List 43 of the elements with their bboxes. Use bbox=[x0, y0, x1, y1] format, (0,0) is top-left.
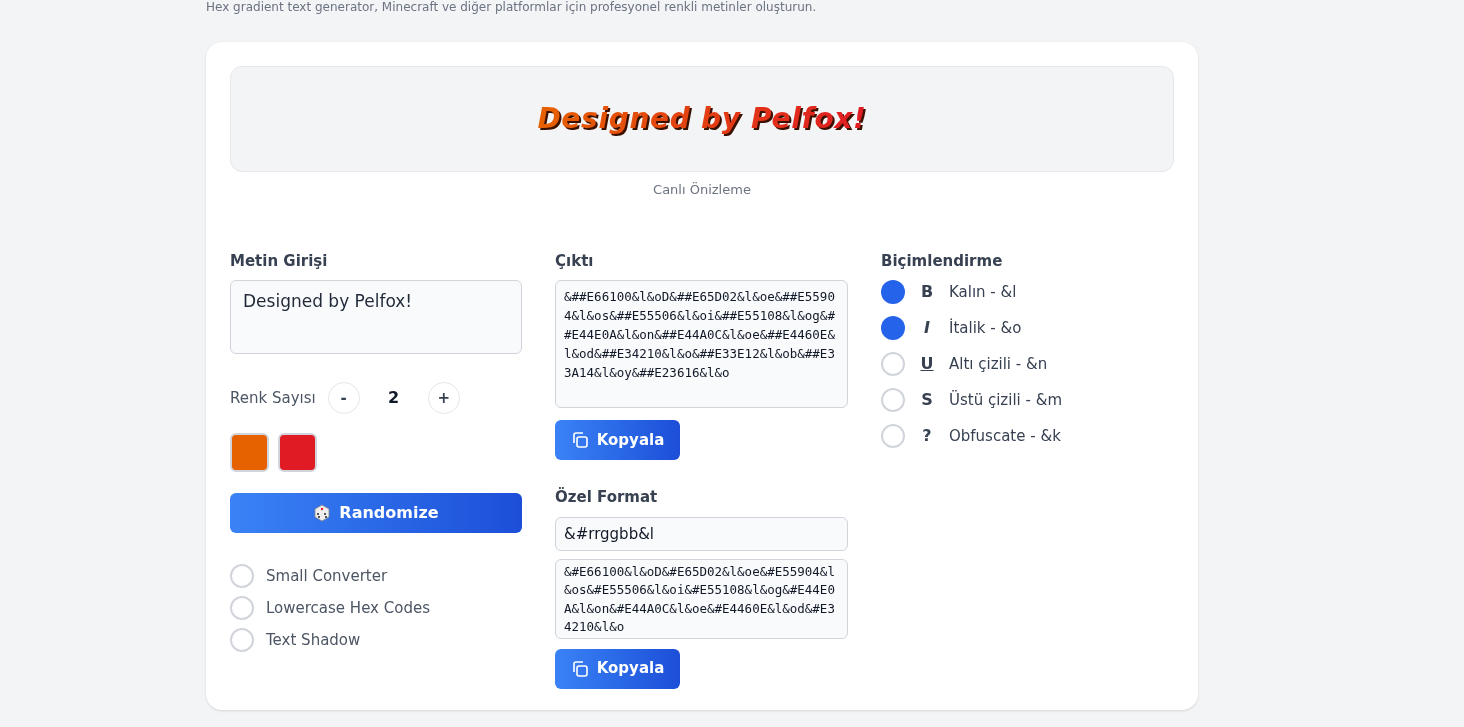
format-field[interactable]: &#rrggbb&l bbox=[555, 516, 848, 551]
color-count: 2 bbox=[387, 387, 401, 409]
radio-button[interactable] bbox=[230, 564, 254, 588]
radio-button[interactable] bbox=[881, 424, 905, 448]
formatting-label: Biçimlendirme bbox=[881, 250, 1004, 272]
randomize-button[interactable]: Randomize bbox=[230, 493, 522, 533]
option-label: Lowercase Hex Codes bbox=[266, 597, 430, 619]
color-swatch[interactable] bbox=[230, 433, 269, 472]
output-label: Çıktı bbox=[555, 250, 595, 272]
input-label: Metin Girişi bbox=[230, 250, 329, 272]
option-label: Small Converter bbox=[266, 565, 388, 587]
custom-format-label: Özel Format bbox=[555, 486, 659, 508]
format-label: Üstü çizili - &m bbox=[949, 389, 1062, 411]
radio-button[interactable] bbox=[230, 628, 254, 652]
copy-button[interactable]: Kopyala bbox=[555, 648, 680, 689]
format-symbol: I bbox=[923, 317, 931, 339]
dice-icon bbox=[313, 504, 332, 522]
radio-button[interactable] bbox=[881, 280, 905, 304]
radio-button[interactable] bbox=[881, 352, 905, 376]
preview-caption: Canlı Önizleme bbox=[653, 181, 751, 199]
copy-button[interactable]: Kopyala bbox=[555, 420, 680, 460]
copy-icon bbox=[570, 659, 589, 678]
text-input[interactable]: Designed by Pelfox! bbox=[230, 280, 522, 354]
format-label: Altı çizili - &n bbox=[949, 353, 1048, 375]
format-symbol: B bbox=[919, 281, 935, 303]
decrement-button[interactable]: - bbox=[327, 382, 360, 414]
copy-icon bbox=[570, 431, 589, 449]
radio-button[interactable] bbox=[881, 316, 905, 340]
radio-button[interactable] bbox=[230, 596, 254, 620]
format-label: Kalın - &l bbox=[949, 281, 1017, 303]
format-symbol: ? bbox=[921, 425, 933, 447]
output-code: &##E66100&l&oD&##E65D02&l&oe&##E55904&l&os&##E55506&l&oi&##E55108&l&og&##E44E0A&l&on&##E44A0C&l&oe&##E4460E&l&od&##E34210&l&o&##E33E12&l&ob&##E33A14&l&oy&##E23616&l&o bbox=[555, 280, 848, 408]
subtitle: Hex gradient text generator, Minecraft ve diğer platformlar için profesyonel renkli metinler oluşturun. bbox=[206, 0, 817, 14]
color-count-label: Renk Sayısı bbox=[230, 387, 316, 409]
format-symbol: U bbox=[919, 353, 935, 375]
option-label: Text Shadow bbox=[266, 629, 361, 651]
custom-output-code: &#E66100&l&oD&#E65D02&l&oe&#E55904&l&os&#E55506&l&oi&#E55108&l&og&#E44E0A&l&on&#E44A0C&l&oe&#E4460E&l&od&#E34210&l&o bbox=[555, 558, 848, 639]
radio-button[interactable] bbox=[881, 388, 905, 412]
format-label: Obfuscate - &k bbox=[949, 425, 1061, 447]
format-symbol: S bbox=[920, 389, 934, 411]
color-swatch[interactable] bbox=[278, 433, 317, 472]
increment-button[interactable]: + bbox=[427, 382, 460, 414]
format-label: İtalik - &o bbox=[949, 317, 1022, 339]
